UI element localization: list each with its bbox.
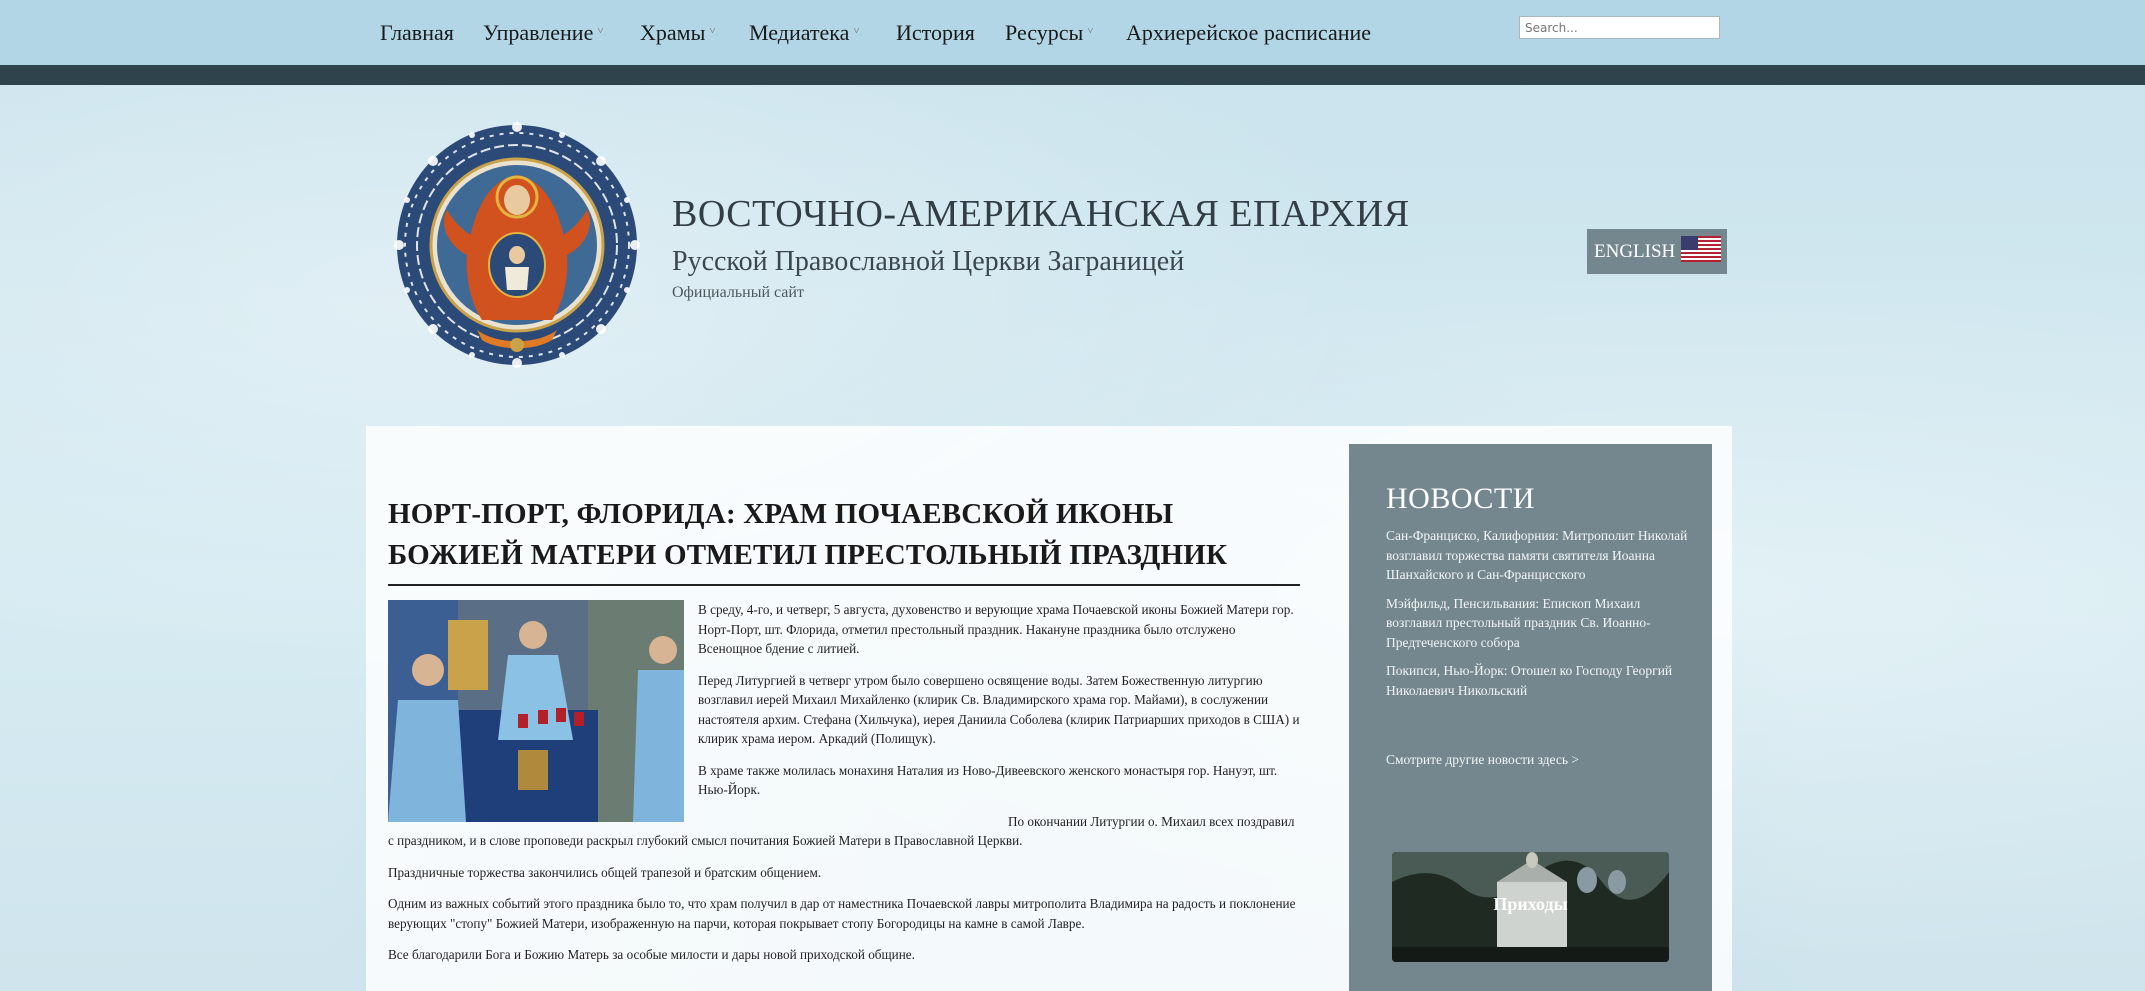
- parishes-banner[interactable]: Приходы: [1392, 852, 1669, 962]
- article-paragraph: Одним из важных событий этого праздника …: [388, 896, 1296, 931]
- news-link[interactable]: Покипси, Нью-Йорк: Отошел ко Господу Гео…: [1386, 661, 1691, 700]
- site-tagline: Официальный сайт: [672, 284, 804, 301]
- more-news-link[interactable]: Смотрите другие новости здесь >: [1386, 752, 1579, 768]
- language-button-label: ENGLISH: [1594, 240, 1676, 262]
- nav-item-schedule[interactable]: Архиерейское расписание: [1126, 20, 1371, 46]
- nav-item-churches[interactable]: Храмы ˅: [640, 20, 716, 46]
- nav-item-label: Архиерейское расписание: [1126, 20, 1372, 45]
- nav-item-resources[interactable]: Ресурсы ˅: [1005, 20, 1094, 46]
- us-flag-icon: [1681, 235, 1722, 268]
- parishes-label: Приходы: [1493, 894, 1568, 914]
- chevron-down-icon: ˅: [853, 25, 860, 37]
- site-title[interactable]: ВОСТОЧНО-АМЕРИКАНСКАЯ ЕПАРХИЯ: [672, 192, 1410, 236]
- chevron-down-icon: ˅: [709, 25, 716, 37]
- article-photo[interactable]: [388, 600, 684, 822]
- top-navigation: Главная Управление ˅ Храмы ˅ Медиатека ˅ Ис…: [0, 0, 2145, 65]
- nav-item-media[interactable]: Медиатека ˅: [749, 20, 860, 46]
- article-paragraph: Все благодарили Бога и Божию Матерь за о…: [388, 947, 915, 962]
- news-link[interactable]: Сан-Франциско, Калифорния: Митрополит Ни…: [1386, 526, 1691, 585]
- nav-item-label: История: [896, 20, 975, 45]
- nav-item-history[interactable]: История: [896, 20, 975, 46]
- nav-item-label: Медиатека: [749, 20, 850, 45]
- news-list: Сан-Франциско, Калифорния: Митрополит Ни…: [1386, 526, 1691, 709]
- article: НОРТ-ПОРТ, ФЛОРИДА: ХРАМ ПОЧАЕВСКОЙ ИКОН…: [388, 494, 1300, 977]
- nav-item-home[interactable]: Главная: [380, 20, 454, 46]
- article-title[interactable]: НОРТ-ПОРТ, ФЛОРИДА: ХРАМ ПОЧАЕВСКОЙ ИКОН…: [388, 494, 1300, 586]
- nav-divider-bar: [0, 65, 2145, 85]
- chevron-down-icon: ˅: [597, 25, 604, 37]
- site-subtitle: Русской Православной Церкви Заграницей: [672, 246, 1185, 277]
- news-link[interactable]: Мэйфильд, Пенсильвания: Епископ Михаил в…: [1386, 594, 1691, 653]
- nav-item-administration[interactable]: Управление ˅: [483, 20, 604, 46]
- nav-item-label: Храмы: [640, 20, 706, 45]
- chevron-down-icon: ˅: [1087, 25, 1094, 37]
- nav-item-label: Управление: [483, 20, 594, 45]
- english-language-button[interactable]: ENGLISH: [1587, 229, 1727, 274]
- diocese-logo-icon[interactable]: [377, 105, 657, 385]
- article-paragraph: Праздничные торжества закончились общей …: [388, 864, 822, 880]
- nav-item-label: Ресурсы: [1005, 20, 1084, 45]
- search-input[interactable]: [1519, 16, 1720, 39]
- nav-item-label: Главная: [380, 20, 454, 45]
- news-heading: НОВОСТИ: [1386, 482, 1535, 515]
